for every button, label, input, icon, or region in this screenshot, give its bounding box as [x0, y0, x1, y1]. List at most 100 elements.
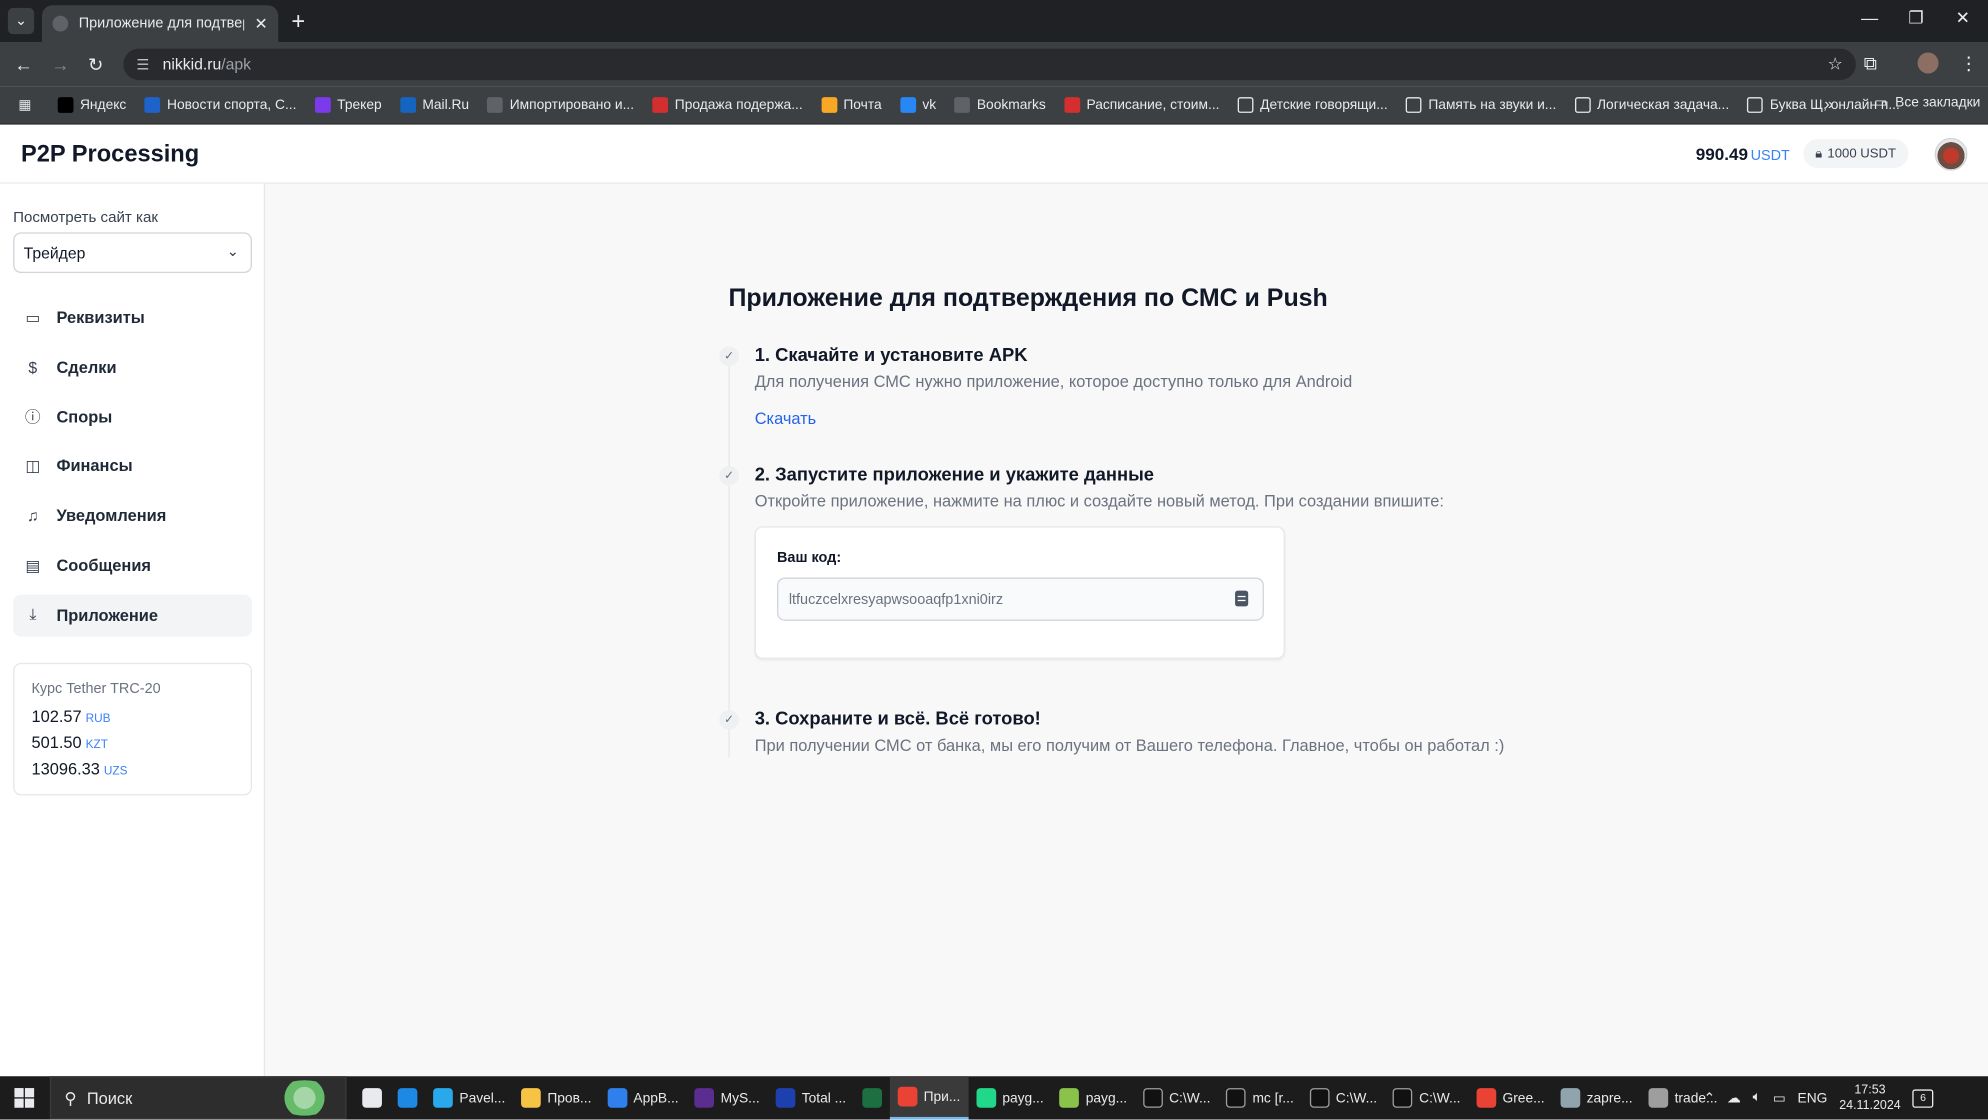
taskbar-app[interactable]: C:\W... — [1135, 1076, 1218, 1119]
all-bookmarks-button[interactable]: ▭ Все закладки — [1874, 95, 1980, 111]
bookmark-item[interactable]: Новости спорта, С... — [144, 97, 296, 113]
sidebar-item-0[interactable]: ▭ Реквизиты — [13, 297, 252, 339]
bookmark-item[interactable]: Bookmarks — [954, 97, 1046, 113]
wallet-icon: ◫ — [25, 457, 41, 476]
taskbar-app-label: payg... — [1085, 1090, 1128, 1106]
address-bar[interactable]: ☰ nikkid.ru/apk ☆ — [123, 48, 1856, 81]
sidebar-item-4[interactable]: ♫ Уведомления — [13, 495, 252, 537]
bookmark-item[interactable]: Яндекс — [57, 97, 126, 113]
taskbar-app[interactable]: payg... — [968, 1076, 1051, 1119]
close-tab-icon[interactable]: ✕ — [255, 14, 268, 32]
taskbar-app-label: Пров... — [547, 1090, 592, 1106]
check-icon: ✓ — [719, 346, 739, 367]
bell-icon: ♫ — [26, 506, 39, 526]
download-icon: ⤓ — [29, 605, 37, 624]
house-icon — [1747, 97, 1764, 113]
sidebar-item-3[interactable]: ◫ Финансы — [13, 445, 252, 487]
copy-icon[interactable] — [1235, 590, 1249, 607]
apps-icon[interactable]: ▦ — [18, 97, 31, 113]
folder-icon — [487, 97, 504, 113]
bookmark-item[interactable]: Трекер — [314, 97, 382, 113]
window-icon — [1560, 1088, 1581, 1108]
search-placeholder: Поиск — [86, 1088, 133, 1108]
chrome-icon — [1476, 1088, 1496, 1108]
windows-taskbar: ⚲ Поиск Pavel... Пров... AppB... MyS... Tota… — [0, 1076, 1988, 1120]
taskbar-app[interactable]: AppB... — [599, 1076, 686, 1119]
new-tab-button[interactable]: + — [291, 8, 305, 34]
taskbar-app[interactable]: MyS... — [686, 1076, 767, 1119]
restore-icon[interactable]: ❐ — [1908, 8, 1923, 29]
bookmark-item[interactable]: Продажа подержа... — [652, 97, 803, 113]
bookmark-item[interactable]: Логическая задача... — [1574, 97, 1729, 113]
chevron-up-icon[interactable]: ⌃ — [1704, 1090, 1716, 1106]
taskbar-app[interactable]: C:\W... — [1302, 1076, 1385, 1119]
sidebar-item-5[interactable]: ▤ Сообщения — [13, 545, 252, 587]
download-link[interactable]: Скачать — [755, 410, 817, 428]
favicon-icon — [52, 15, 69, 32]
house-icon — [1406, 97, 1422, 113]
taskbar-app[interactable]: zapre... — [1553, 1076, 1641, 1119]
network-icon[interactable]: ☁ — [1727, 1090, 1741, 1106]
sidebar-item-1[interactable]: $ Сделки — [13, 346, 252, 388]
taskbar-app[interactable]: Gree... — [1468, 1076, 1552, 1119]
taskbar-app[interactable] — [854, 1076, 889, 1119]
role-select[interactable]: Трейдер ⌄ — [13, 232, 252, 273]
check-icon: ✓ — [719, 710, 739, 730]
bookmarks-more-button[interactable]: » — [1824, 95, 1833, 113]
bookmark-item[interactable]: Память на звуки и... — [1406, 97, 1556, 113]
lang-indicator[interactable]: ENG — [1798, 1090, 1828, 1106]
taskbar-app[interactable]: Pavel... — [425, 1076, 513, 1119]
lock-icon: 🔒︎ — [1815, 146, 1823, 161]
bookmark-item[interactable]: vk — [900, 97, 936, 113]
taskbar-app-label: C:\W... — [1419, 1090, 1461, 1106]
code-field[interactable]: ltfuczcelxresyapwsooaqfp1xni0irz — [777, 577, 1264, 621]
minimize-icon[interactable]: — — [1861, 8, 1878, 28]
rate-card: Курс Tether TRC-20 102.57 RUB 501.50 KZT 130… — [13, 662, 252, 796]
taskbar-app[interactable]: При... — [889, 1076, 969, 1120]
app-logo[interactable]: P2P Processing — [21, 140, 199, 168]
steps-line — [728, 357, 730, 758]
bookmark-item[interactable]: Расписание, стоим... — [1064, 97, 1219, 113]
car-icon — [652, 97, 669, 113]
browser-tab-active[interactable]: Приложение для подтвержде ✕ — [42, 5, 279, 42]
close-window-icon[interactable]: ✕ — [1956, 8, 1970, 29]
site-info-icon[interactable]: ☰ — [137, 56, 150, 73]
excel-icon — [861, 1088, 882, 1108]
app-icon — [1059, 1088, 1080, 1108]
tab-search-button[interactable]: ⌄ — [7, 7, 35, 35]
windows-start-icon[interactable] — [14, 1088, 35, 1108]
bookmark-item[interactable]: Mail.Ru — [400, 97, 469, 113]
taskbar-app[interactable]: Пров... — [513, 1076, 599, 1119]
message-icon: ▤ — [25, 556, 41, 575]
taskbar-app[interactable]: C:\W... — [1385, 1076, 1468, 1119]
bookmark-item[interactable]: Импортировано и... — [487, 97, 634, 113]
bookmark-star-icon[interactable]: ☆ — [1827, 54, 1842, 75]
taskbar-app[interactable]: mc [r... — [1218, 1076, 1301, 1119]
reload-icon[interactable]: ↻ — [88, 54, 103, 76]
menu-icon[interactable]: ⋮ — [1960, 53, 1978, 75]
avatar[interactable] — [1934, 137, 1968, 171]
clock[interactable]: 17:53 24.11.2024 — [1839, 1082, 1900, 1114]
bookmark-item[interactable]: Почта — [821, 97, 882, 113]
sidebar-item-2[interactable]: ⓘ Споры — [13, 396, 252, 438]
taskbar-app[interactable] — [390, 1076, 425, 1119]
taskbar-app[interactable] — [354, 1076, 389, 1119]
totalcmd-icon — [775, 1088, 796, 1108]
taskbar-app-label: При... — [923, 1088, 961, 1105]
profile-icon[interactable] — [1917, 52, 1939, 74]
monitor-icon[interactable]: ▭ — [1773, 1090, 1786, 1106]
terminal-icon — [1142, 1088, 1163, 1108]
taskbar-app[interactable]: payg... — [1052, 1076, 1135, 1119]
terminal-icon — [1309, 1088, 1330, 1108]
notifications-icon[interactable]: 6 — [1912, 1088, 1934, 1108]
taskbar-app[interactable]: Total ... — [768, 1076, 854, 1119]
back-icon[interactable]: ← — [14, 54, 32, 75]
extensions-icon[interactable]: ⧉ — [1864, 53, 1877, 75]
browser-toolbar: ← → ↻ ☰ nikkid.ru/apk ☆ ⧉ ⋮ — [0, 42, 1988, 87]
step-description: При получении СМС от банка, мы его получ… — [754, 736, 1505, 755]
forward-icon[interactable]: → — [51, 54, 69, 75]
taskbar-app-label: AppB... — [633, 1090, 679, 1106]
volume-icon[interactable]: 🔈︎ — [1753, 1089, 1761, 1106]
sidebar-item-6[interactable]: ⤓ Приложение — [13, 594, 252, 637]
bookmark-item[interactable]: Детские говорящи... — [1237, 97, 1388, 113]
